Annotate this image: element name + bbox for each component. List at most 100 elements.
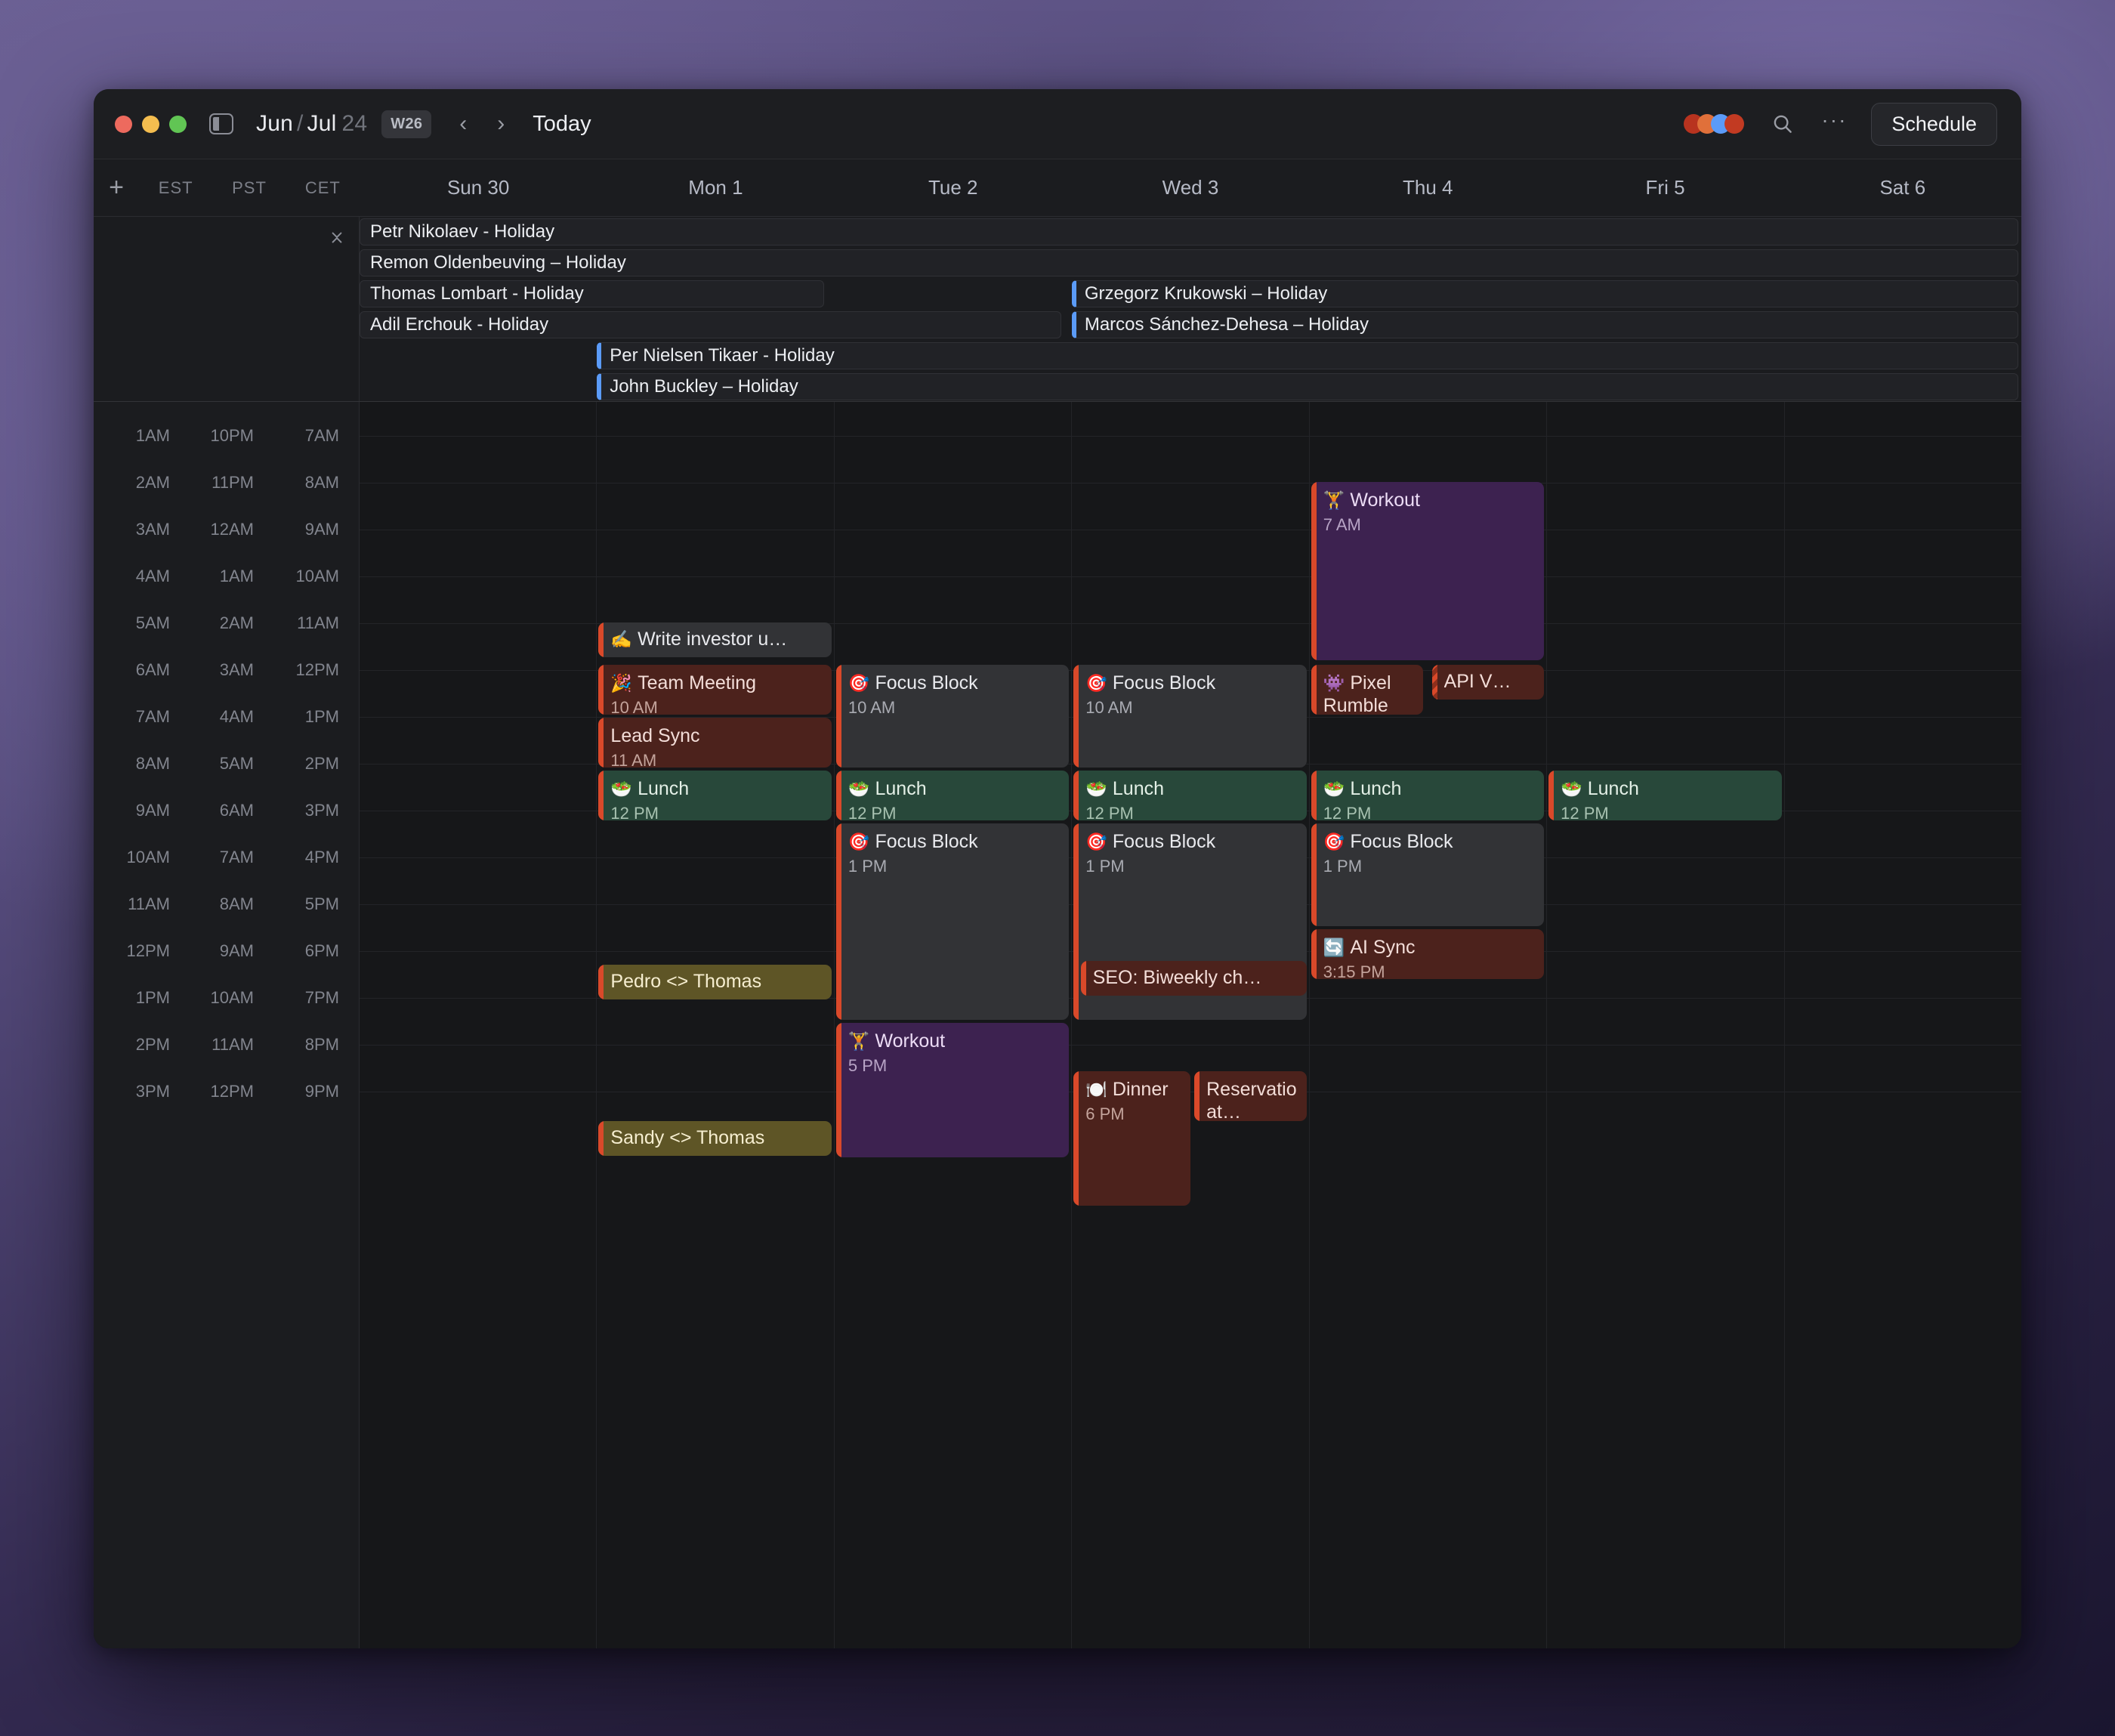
day-header-6[interactable]: Sat 6 (1784, 159, 2021, 216)
all-day-event[interactable]: Remon Oldenbeuving – Holiday (360, 249, 2018, 276)
event-time: 3:15 PM (1323, 962, 1385, 980)
calendar-event[interactable]: 🍽️ Dinner 6 PM (1073, 1071, 1191, 1206)
calendar-event[interactable]: 🥗 Lunch 12 PM (598, 771, 832, 820)
all-day-event[interactable]: Adil Erchouk - Holiday (360, 311, 1061, 338)
schedule-button[interactable]: Schedule (1871, 102, 1997, 146)
day-header-3[interactable]: Wed 3 (1072, 159, 1309, 216)
hour-gridline (1309, 764, 1547, 765)
day-header-1[interactable]: Mon 1 (597, 159, 834, 216)
time-row-9: 10AM 7AM 4PM (94, 834, 359, 881)
day-columns[interactable]: ✍️ Write investor u… 🎉 Team Meeting 10 AM Lea… (360, 402, 2021, 1648)
all-day-event[interactable]: Petr Nikolaev - Holiday (360, 218, 2018, 246)
hour-gridline (1547, 576, 1784, 577)
time-label-pst: 1AM (219, 567, 254, 585)
collapse-chevron-icon[interactable] (327, 227, 347, 247)
time-label-pst: 6AM (219, 801, 254, 820)
hour-gridline (597, 1045, 834, 1046)
calendar-event[interactable]: Pedro <> Thomas (598, 965, 832, 999)
time-row-6: 7AM 4AM 1PM (94, 693, 359, 740)
all-day-event[interactable]: Marcos Sánchez-Dehesa – Holiday (1071, 311, 2018, 338)
today-button[interactable]: Today (533, 112, 591, 137)
event-time: 1 PM (1323, 856, 1363, 876)
event-time: 6 PM (1085, 1104, 1125, 1123)
month-label-2: Jul (307, 111, 337, 136)
event-time: 1 PM (848, 856, 888, 876)
hour-gridline (1784, 623, 2021, 624)
calendar-event[interactable]: 🏋️ Workout 5 PM (835, 1023, 1070, 1157)
day-column-6[interactable] (1784, 402, 2021, 1648)
all-day-event[interactable]: John Buckley – Holiday (597, 373, 2018, 400)
time-row-12: 1PM 10AM 7PM (94, 975, 359, 1021)
event-title: 🎉 Team Meeting (610, 672, 757, 693)
all-day-event[interactable]: Grzegorz Krukowski – Holiday (1071, 280, 2018, 307)
time-row-0: 1AM 10PM 7AM (94, 412, 359, 459)
calendar-event[interactable]: Reservation at…6 PM (1194, 1071, 1307, 1121)
event-title: ✍️ Write investor u… (610, 629, 788, 650)
calendar-event[interactable]: 🥗 Lunch 12 PM (835, 771, 1070, 821)
search-icon[interactable] (1771, 113, 1794, 135)
calendar-event[interactable]: 🥗 Lunch 12 PM (1311, 771, 1545, 820)
event-accent-bar (1311, 823, 1317, 926)
add-timezone-button[interactable]: + (94, 173, 139, 202)
calendar-event[interactable]: 🥗 Lunch 12 PM (1073, 771, 1307, 820)
event-title: 🥗 Lunch (610, 778, 690, 799)
avatar-group[interactable] (1684, 114, 1745, 134)
time-label-cet: 1PM (304, 707, 339, 726)
day-header-4[interactable]: Thu 4 (1309, 159, 1546, 216)
day-header-2[interactable]: Tue 2 (835, 159, 1072, 216)
calendar-event[interactable]: 👾Pixel Rumble10 AM (1311, 665, 1424, 715)
all-day-event[interactable]: Per Nielsen Tikaer - Holiday (597, 342, 2018, 369)
day-column-2[interactable]: 🎯 Focus Block 10 AM 🥗 Lunch 12 PM 🎯 Focus Block… (834, 402, 1073, 1648)
sidebar-toggle-icon[interactable] (209, 113, 233, 134)
hour-gridline (360, 1045, 597, 1046)
timezone-label-cet[interactable]: CET (286, 178, 360, 198)
all-day-gutter (94, 217, 360, 401)
calendar-event[interactable]: 🔄 AI Sync 3:15 PM (1311, 929, 1545, 980)
day-column-4[interactable]: 🏋️Workout 7 AM 👾Pixel Rumble10 AM API V… 🥗Lu… (1309, 402, 1548, 1648)
day-header-5[interactable]: Fri 5 (1546, 159, 1783, 216)
day-column-3[interactable]: 🎯 Focus Block 10 AM 🥗 Lunch 12 PM 🎯 Focus Block… (1072, 402, 1310, 1648)
time-label-pst: 7AM (219, 848, 254, 866)
event-time: 12 PM (848, 803, 897, 821)
calendar-event[interactable]: 🏋️ Workout 7 AM (1311, 482, 1545, 660)
more-options-button[interactable]: ··· (1821, 108, 1847, 140)
all-day-event[interactable]: Thomas Lombart - Holiday (360, 280, 824, 307)
calendar-grid: 1AM 10PM 7AM 2AM 11PM 8AM 3AM 12AM 9AM 4AM 1AM 10AM… (94, 402, 2021, 1648)
next-week-button[interactable]: › (486, 109, 516, 139)
calendar-event[interactable]: 🎉 Team Meeting 10 AM (598, 665, 832, 715)
hour-gridline (1547, 857, 1784, 858)
calendar-event[interactable]: SEO: Biweekly ch… (1080, 961, 1307, 996)
event-accent-bar (1080, 961, 1086, 996)
calendar-event[interactable]: Lead Sync 11 AM (598, 718, 832, 768)
event-accent-bar (598, 718, 604, 768)
maximize-button[interactable] (169, 115, 187, 133)
calendar-event[interactable]: API V… (1431, 665, 1545, 700)
calendar-event[interactable]: 🎯 Focus Block 10 AM (835, 665, 1070, 768)
time-label-pst: 10PM (210, 426, 254, 445)
calendar-event[interactable]: Sandy <> Thomas (598, 1121, 832, 1156)
day-column-0[interactable] (360, 402, 597, 1648)
day-column-1[interactable]: ✍️ Write investor u… 🎉 Team Meeting 10 AM Lea… (597, 402, 835, 1648)
time-label-pst: 11AM (212, 1035, 254, 1054)
event-emoji-icon: 🥗 (848, 779, 870, 798)
calendar-event[interactable]: 🎯 Focus Block 1 PM (1311, 823, 1545, 926)
timezone-label-est[interactable]: EST (139, 178, 212, 198)
time-label-cet: 6PM (304, 941, 339, 960)
calendar-event[interactable]: 🎯 Focus Block 10 AM (1073, 665, 1307, 768)
close-button[interactable] (115, 115, 132, 133)
event-accent-bar (1311, 771, 1317, 820)
day-header-0[interactable]: Sun 30 (360, 159, 597, 216)
time-label-pst: 8AM (219, 894, 254, 913)
prev-week-button[interactable]: ‹ (448, 109, 478, 139)
timezone-label-pst[interactable]: PST (212, 178, 286, 198)
week-badge[interactable]: W26 (381, 110, 432, 138)
calendar-event[interactable]: 🎯 Focus Block 1 PM (835, 823, 1070, 1020)
calendar-event[interactable]: 🥗 Lunch 12 PM (1548, 771, 1782, 820)
minimize-button[interactable] (142, 115, 159, 133)
hour-gridline (360, 904, 597, 905)
hour-gridline (1547, 670, 1784, 671)
calendar-event[interactable]: ✍️ Write investor u… (598, 622, 832, 657)
avatar[interactable] (1724, 114, 1745, 134)
day-column-5[interactable]: 🥗 Lunch 12 PM (1547, 402, 1785, 1648)
event-title: 🔄 AI Sync (1323, 937, 1416, 958)
